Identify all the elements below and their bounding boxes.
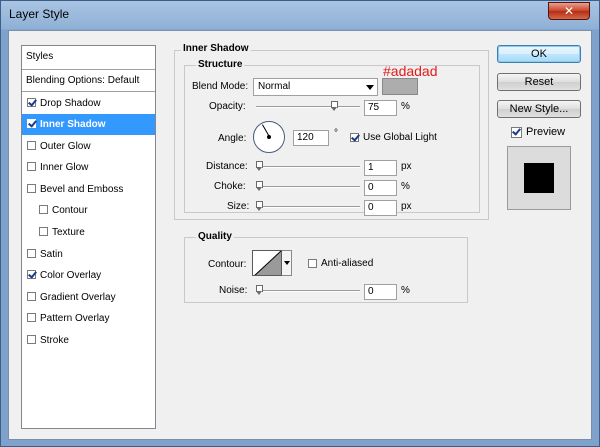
style-item-label: Satin (40, 249, 63, 260)
size-unit: px (401, 201, 412, 212)
distance-slider-thumb[interactable] (256, 161, 263, 172)
outer-glow-checkbox[interactable] (27, 141, 36, 150)
color-annotation: #adadad (383, 63, 438, 79)
choke-unit: % (401, 181, 410, 192)
style-preview (507, 146, 571, 210)
size-input[interactable]: 0 (364, 200, 397, 216)
chevron-down-icon (366, 85, 374, 90)
satin-checkbox[interactable] (27, 249, 36, 258)
title-bar[interactable]: Layer Style ✕ (1, 1, 599, 29)
style-item-label: Gradient Overlay (40, 292, 116, 303)
structure-title: Structure (196, 59, 245, 70)
distance-unit: px (401, 161, 412, 172)
inner-shadow-checkbox[interactable] (27, 119, 36, 128)
preview-label: Preview (526, 126, 566, 138)
texture-checkbox[interactable] (39, 227, 48, 236)
reset-button[interactable]: Reset (497, 73, 581, 91)
style-item-label: Color Overlay (40, 270, 102, 281)
use-global-light-label: Use Global Light (363, 132, 437, 143)
use-global-light-checkbox[interactable] (350, 133, 359, 142)
opacity-label: Opacity: (209, 101, 246, 112)
style-item-label: Drop Shadow (40, 98, 101, 109)
style-item-gradient-overlay[interactable]: Gradient Overlay (22, 287, 155, 308)
choke-input[interactable]: 0 (364, 180, 397, 196)
color-overlay-checkbox[interactable] (27, 270, 36, 279)
style-item-label: Bevel and Emboss (40, 184, 124, 195)
contour-preview[interactable] (252, 250, 282, 276)
noise-slider-thumb[interactable] (256, 285, 263, 296)
shadow-color-swatch[interactable] (382, 78, 418, 95)
noise-input[interactable]: 0 (364, 284, 397, 300)
style-item-contour[interactable]: Contour (22, 200, 155, 221)
style-item-label: Inner Shadow (40, 119, 106, 130)
opacity-input[interactable]: 75 (364, 100, 397, 116)
style-item-texture[interactable]: Texture (22, 222, 155, 243)
angle-dial-center (267, 135, 271, 139)
noise-slider-track[interactable] (256, 290, 360, 292)
blend-mode-label: Blend Mode: (192, 81, 249, 92)
style-item-inner-glow[interactable]: Inner Glow (22, 157, 155, 178)
style-item-label: Texture (52, 227, 85, 238)
close-button[interactable]: ✕ (548, 2, 590, 20)
noise-label: Noise: (219, 285, 248, 296)
chevron-down-icon (284, 261, 290, 265)
choke-slider-thumb[interactable] (256, 181, 263, 192)
style-item-drop-shadow[interactable]: Drop Shadow (22, 93, 155, 114)
distance-label: Distance: (206, 161, 248, 172)
anti-aliased-checkbox[interactable] (308, 259, 317, 268)
angle-label: Angle: (218, 133, 247, 144)
drop-shadow-checkbox[interactable] (27, 98, 36, 107)
size-label: Size: (227, 201, 250, 212)
choke-label: Choke: (214, 181, 246, 192)
opacity-slider-thumb[interactable] (331, 101, 338, 112)
contour-label: Contour: (208, 259, 247, 270)
style-item-pattern-overlay[interactable]: Pattern Overlay (22, 308, 155, 329)
inner-glow-checkbox[interactable] (27, 162, 36, 171)
new-style-button[interactable]: New Style... (497, 100, 581, 118)
blend-mode-select[interactable]: Normal (253, 78, 378, 96)
styles-list: Styles Blending Options: Default Drop Sh… (21, 45, 156, 429)
blending-options-item[interactable]: Blending Options: Default (22, 70, 155, 92)
contour-curve-icon (254, 251, 281, 275)
style-item-inner-shadow[interactable]: Inner Shadow (22, 114, 155, 135)
blend-mode-value: Normal (258, 81, 291, 92)
opacity-slider-track[interactable] (256, 106, 360, 108)
style-item-label: Stroke (40, 335, 69, 346)
style-item-bevel-emboss[interactable]: Bevel and Emboss (22, 179, 155, 200)
angle-input[interactable]: 120 (293, 130, 329, 146)
angle-unit: ° (334, 128, 338, 139)
contour-checkbox[interactable] (39, 205, 48, 214)
angle-dial[interactable] (253, 121, 285, 153)
style-item-label: Contour (52, 205, 88, 216)
size-slider-thumb[interactable] (256, 201, 263, 212)
window-title: Layer Style (9, 7, 70, 21)
pattern-overlay-checkbox[interactable] (27, 313, 36, 322)
choke-slider-track[interactable] (256, 186, 360, 188)
ok-button[interactable]: OK (497, 45, 581, 63)
distance-input[interactable]: 1 (364, 160, 397, 176)
inner-shadow-title: Inner Shadow (181, 43, 251, 54)
noise-unit: % (401, 285, 410, 296)
preview-swatch (524, 163, 554, 193)
quality-title: Quality (196, 231, 234, 242)
gradient-overlay-checkbox[interactable] (27, 292, 36, 301)
opacity-unit: % (401, 101, 410, 112)
distance-slider-track[interactable] (256, 166, 360, 168)
styles-header[interactable]: Styles (22, 46, 155, 70)
size-slider-track[interactable] (256, 206, 360, 208)
contour-dropdown[interactable] (282, 250, 292, 276)
dialog-client-area: Styles Blending Options: Default Drop Sh… (8, 30, 592, 440)
style-item-label: Inner Glow (40, 162, 89, 173)
bevel-emboss-checkbox[interactable] (27, 184, 36, 193)
style-item-satin[interactable]: Satin (22, 244, 155, 265)
stroke-checkbox[interactable] (27, 335, 36, 344)
style-item-stroke[interactable]: Stroke (22, 330, 155, 351)
style-item-color-overlay[interactable]: Color Overlay (22, 265, 155, 286)
style-item-label: Outer Glow (40, 141, 91, 152)
preview-checkbox[interactable] (511, 127, 522, 138)
anti-aliased-label: Anti-aliased (321, 258, 374, 269)
style-item-label: Pattern Overlay (40, 313, 110, 324)
style-item-outer-glow[interactable]: Outer Glow (22, 136, 155, 157)
layer-style-window: Layer Style ✕ Styles Blending Options: D… (0, 0, 600, 447)
